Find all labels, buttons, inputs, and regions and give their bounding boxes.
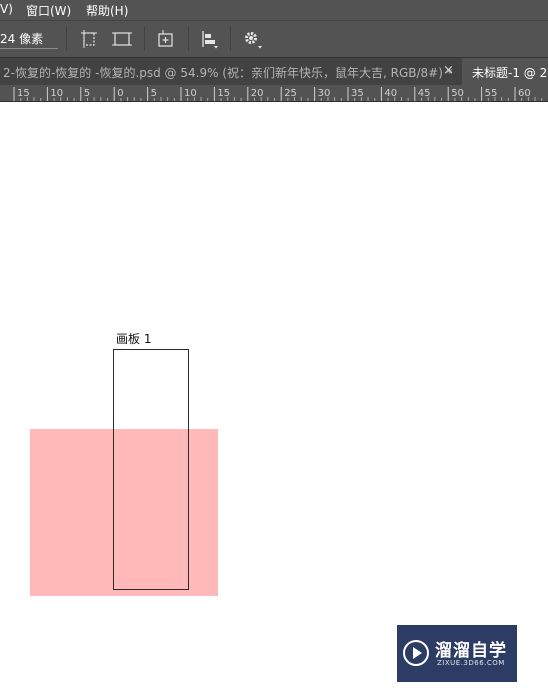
settings-button[interactable] — [240, 27, 266, 51]
ruler-tick-label: 0 — [117, 88, 124, 99]
artboard-fit-button[interactable] — [76, 27, 102, 51]
watermark-subtitle: ZIXUE.3D66.COM — [437, 659, 505, 667]
ruler-tick-label: 20 — [250, 88, 264, 99]
tab-document-1-label: 2-恢复的-恢复的 -恢复的.psd @ 54.9% (祝：亲们新年快乐，鼠年大… — [3, 66, 453, 80]
artboard-frame[interactable] — [113, 349, 189, 590]
size-input[interactable]: 24 像素 — [0, 30, 58, 49]
menu-item-view[interactable]: V) — [0, 2, 13, 16]
align-button[interactable] — [197, 27, 223, 51]
ruler-tick-label: 50 — [451, 88, 464, 99]
ruler-tick-label: 15 — [17, 88, 30, 99]
horizontal-ruler: 15 10 5 0 5 10 15 20 25 30 35 40 45 50 55 60 — [0, 85, 548, 102]
settings-gear-icon — [245, 32, 262, 49]
ruler-tick-label: 45 — [417, 88, 431, 99]
ruler-tick-marks — [13, 87, 543, 101]
play-icon — [403, 640, 429, 666]
menu-item-help[interactable]: 帮助(H) — [86, 2, 128, 19]
tab-close-icon[interactable]: × — [443, 63, 454, 78]
ruler-tick-label: 35 — [351, 88, 364, 99]
tab-document-1[interactable]: 2-恢复的-恢复的 -恢复的.psd @ 54.9% (祝：亲们新年快乐，鼠年大… — [0, 58, 458, 86]
artboard-fit-icon — [81, 30, 97, 48]
add-artboard-icon — [158, 30, 173, 47]
artboard-label[interactable]: 画板 1 — [116, 330, 151, 347]
toolbar-divider — [66, 27, 67, 51]
toolbar-divider — [188, 27, 189, 51]
tab-document-2-label: 未标题-1 @ 23 — [472, 66, 548, 80]
ruler-tick-label: 60 — [518, 88, 531, 99]
align-left-icon — [202, 31, 218, 49]
menu-bar: V) 窗口(W) 帮助(H) — [0, 0, 548, 20]
ruler-tick-label: 5 — [83, 88, 91, 99]
options-bar: 24 像素 — [0, 20, 548, 57]
toolbar-divider — [144, 27, 145, 51]
ruler-tick-label: 25 — [284, 88, 297, 99]
ruler-tick-label: 10 — [50, 88, 64, 99]
ruler-tick-label: 5 — [150, 88, 157, 99]
document-tab-bar: 2-恢复的-恢复的 -恢复的.psd @ 54.9% (祝：亲们新年快乐，鼠年大… — [0, 57, 548, 86]
artboard-resize-icon — [112, 32, 132, 46]
document-canvas[interactable]: 画板 1 溜溜自学 ZIXUE.3D66.COM — [0, 102, 548, 698]
ruler-tick-label: 10 — [184, 88, 197, 99]
menu-item-window[interactable]: 窗口(W) — [26, 2, 71, 19]
ruler-tick-label: 15 — [217, 88, 231, 99]
watermark-title: 溜溜自学 — [435, 641, 507, 661]
artboard-resize-button[interactable] — [109, 27, 135, 51]
ruler-tick-label: 40 — [384, 88, 398, 99]
toolbar-divider — [230, 27, 231, 51]
add-artboard-button[interactable] — [153, 27, 179, 51]
tab-document-2[interactable]: 未标题-1 @ 23 — [462, 58, 548, 86]
watermark-logo: 溜溜自学 ZIXUE.3D66.COM — [397, 625, 517, 682]
ruler-tick-label: 30 — [317, 88, 331, 99]
ruler-tick-label: 55 — [484, 88, 498, 99]
